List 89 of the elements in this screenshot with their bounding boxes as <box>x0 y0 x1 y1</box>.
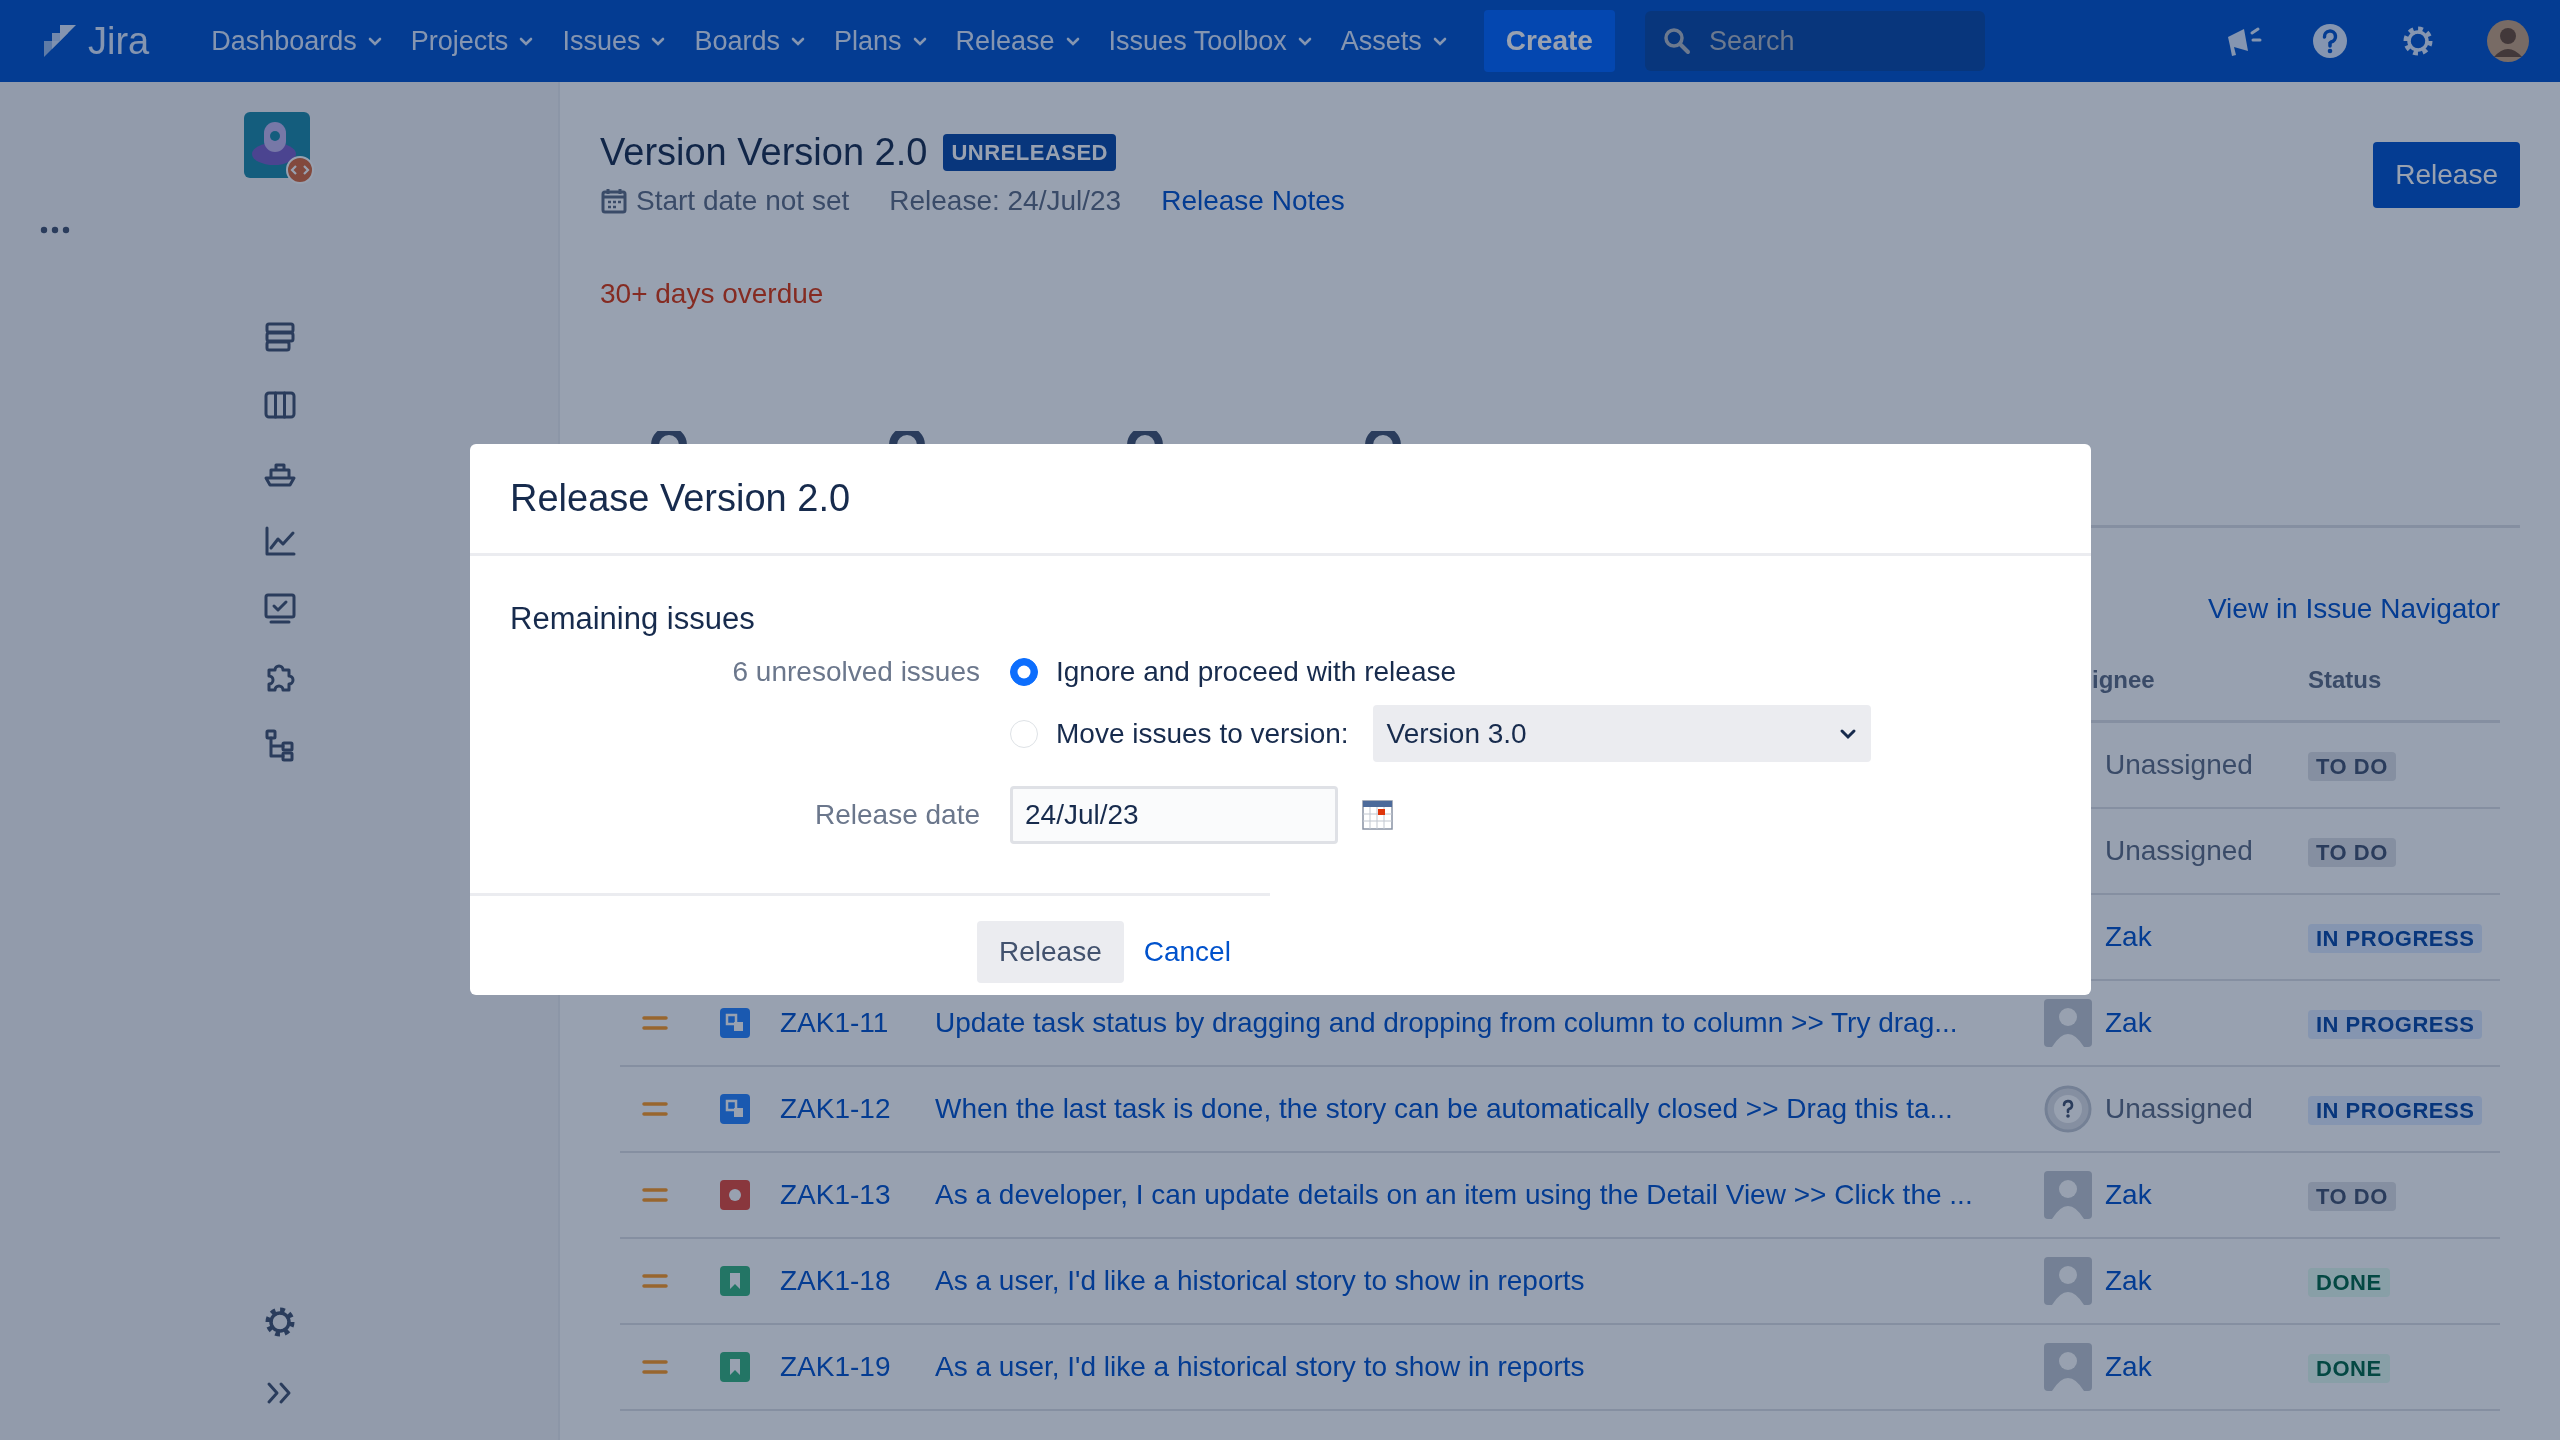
user-avatar-icon <box>2043 1342 2092 1391</box>
search-field[interactable]: Search <box>1644 11 1985 71</box>
start-date-text: Start date not set <box>636 183 850 218</box>
issue-summary-link[interactable]: Update task status by dragging and dropping from column to column >> Try drag... <box>935 1006 1958 1038</box>
subtask-icon <box>720 1007 750 1038</box>
overdue-text: 30+ days overdue <box>600 276 825 311</box>
status-lozenge: DONE <box>2308 1267 2390 1297</box>
priority-medium-icon <box>642 1272 668 1289</box>
logo-text: Jira <box>88 18 150 64</box>
unassigned-avatar-icon <box>2043 1084 2092 1133</box>
backlog-icon[interactable] <box>263 320 297 354</box>
bookmark-icon <box>720 1265 750 1296</box>
issue-key-link[interactable]: ZAK1-19 <box>780 1350 891 1382</box>
bookmark-icon <box>720 1351 750 1382</box>
release-date-text: Release: 24/Jul/23 <box>889 183 1122 218</box>
assignee-text: Unassigned <box>2105 748 2253 780</box>
status-lozenge: IN PROGRESS <box>2308 923 2483 953</box>
release-notes-link[interactable]: Release Notes <box>1161 179 1345 222</box>
nav-menu[interactable]: Dashboards <box>197 12 397 70</box>
release-button[interactable]: Release <box>977 921 1124 983</box>
priority-medium-icon <box>642 1014 668 1031</box>
user-avatar-icon <box>2043 1170 2092 1219</box>
issue-key-link[interactable]: ZAK1-11 <box>780 1006 889 1038</box>
assignee-link[interactable]: Zak <box>2105 1350 2152 1382</box>
project-avatar-icon[interactable] <box>244 112 316 184</box>
create-button[interactable]: Create <box>1483 10 1615 72</box>
status-lozenge: TO DO <box>2308 751 2396 781</box>
nav-menu[interactable]: Issues <box>548 12 681 70</box>
status-lozenge: IN PROGRESS <box>2308 1095 2483 1125</box>
nav-menu[interactable]: Issues Toolbox <box>1094 12 1327 70</box>
assignee-link[interactable]: Zak <box>2105 1178 2152 1210</box>
search-input[interactable]: Search <box>1706 19 1967 63</box>
tab-icon[interactable] <box>1126 430 1164 445</box>
priority-medium-icon <box>642 1186 668 1203</box>
option-label: Ignore and proceed with release <box>1056 655 1457 690</box>
priority-medium-icon <box>642 1358 668 1375</box>
priority-medium-icon <box>642 1100 668 1117</box>
status-lozenge: DONE <box>2308 1353 2390 1383</box>
section-heading: Remaining issues <box>510 600 756 638</box>
assignee-text: Unassigned <box>2105 834 2253 866</box>
tree-icon[interactable] <box>263 728 297 762</box>
issue-summary-link[interactable]: As a user, I'd like a historical story to show in reports <box>935 1264 1585 1296</box>
more-icon[interactable] <box>39 224 71 236</box>
status-lozenge: TO DO <box>2308 837 2396 867</box>
column-header: ignee <box>2092 664 2156 695</box>
status-lozenge: TO DO <box>2308 1181 2396 1211</box>
nav-menu[interactable]: Assets <box>1326 12 1462 70</box>
user-avatar-icon <box>2043 998 2092 1047</box>
calendar-picker-icon[interactable] <box>1362 799 1394 832</box>
version-select[interactable]: Version 3.0 <box>1372 705 1871 763</box>
column-header: Status <box>2307 664 2383 695</box>
assignee-link[interactable]: Zak <box>2105 1264 2152 1296</box>
nav-menu[interactable]: Boards <box>680 12 820 70</box>
release-button[interactable]: Release <box>2373 142 2520 208</box>
issue-summary-link[interactable]: When the last task is done, the story can be automatically closed >> Drag this ta... <box>935 1092 1953 1124</box>
tab-icon[interactable] <box>888 430 926 445</box>
status-lozenge: IN PROGRESS <box>2308 1009 2483 1039</box>
tab-icon[interactable] <box>1364 430 1402 445</box>
field-label: Release date <box>814 798 980 833</box>
issue-key-link[interactable]: ZAK1-12 <box>780 1092 891 1124</box>
issue-navigator-link[interactable]: View in Issue Navigator <box>2207 587 2500 630</box>
cancel-link[interactable]: Cancel <box>1137 921 1237 983</box>
field-label: 6 unresolved issues <box>731 655 980 690</box>
bug-icon <box>720 1179 750 1210</box>
radio-button[interactable] <box>1010 658 1038 687</box>
issue-key-link[interactable]: ZAK1-13 <box>780 1178 891 1210</box>
search-icon <box>1662 27 1691 55</box>
subtask-icon <box>720 1093 750 1124</box>
assignee-text: Unassigned <box>2105 1092 2253 1124</box>
monitor-icon[interactable] <box>263 592 297 626</box>
issue-key-link[interactable]: ZAK1-18 <box>780 1264 891 1296</box>
tab-icon[interactable] <box>650 430 688 445</box>
status-badge: UNRELEASED <box>943 134 1116 172</box>
profile-avatar-icon[interactable] <box>2486 19 2530 63</box>
dialog-title: Release Version 2.0 <box>510 475 851 521</box>
version-title: Version Version 2.0 <box>600 130 928 175</box>
issue-summary-link[interactable]: As a user, I'd like a historical story to show in reports <box>935 1350 1585 1382</box>
calendar-icon <box>600 186 628 215</box>
user-avatar-icon <box>2043 1256 2092 1305</box>
assignee-link[interactable]: Zak <box>2105 920 2152 952</box>
option-label: Move issues to version: <box>1056 716 1349 751</box>
date-field[interactable]: 24/Jul/23 <box>1010 786 1338 845</box>
nav-menu[interactable]: Release <box>941 12 1095 70</box>
chart-icon[interactable] <box>263 524 297 558</box>
nav-menu[interactable]: Projects <box>396 12 549 70</box>
nav-menu[interactable]: Plans <box>820 12 942 70</box>
issue-summary-link[interactable]: As a developer, I can update details on an item using the Detail View >> Click the ... <box>935 1178 1973 1210</box>
assignee-link[interactable]: Zak <box>2105 1006 2152 1038</box>
help-icon[interactable] <box>2310 21 2350 61</box>
